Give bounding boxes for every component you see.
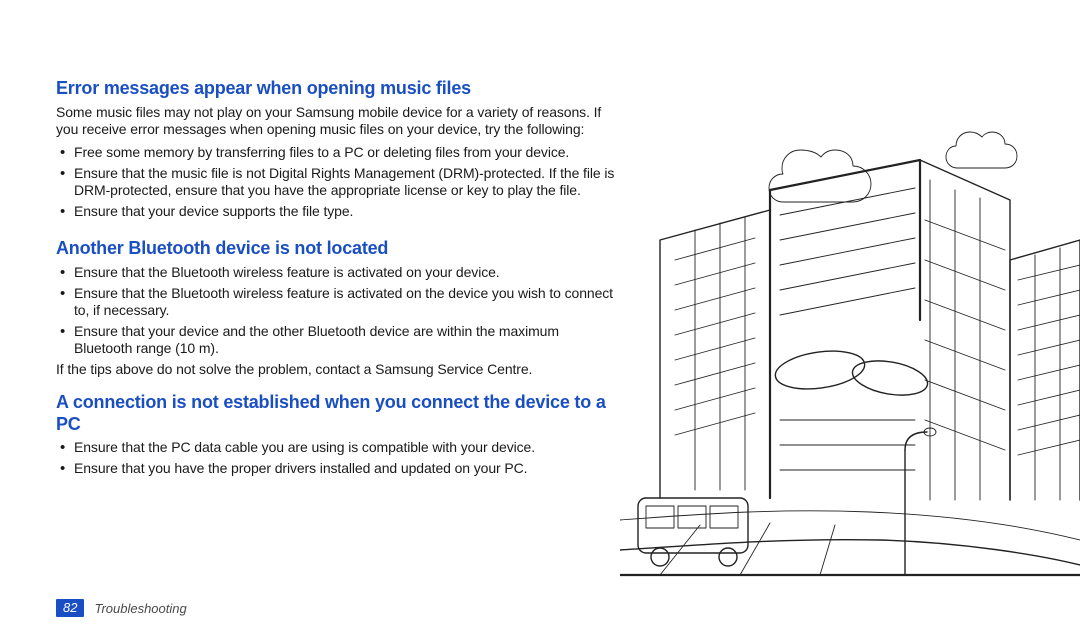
section-heading: Another Bluetooth device is not located (56, 238, 616, 260)
list-item: Ensure that your device supports the fil… (56, 203, 616, 224)
section-intro: Some music files may not play on your Sa… (56, 104, 616, 138)
list-item: Ensure that the Bluetooth wireless featu… (56, 285, 616, 323)
list-item: Ensure that you have the proper drivers … (56, 460, 616, 481)
page-footer: 82 Troubleshooting (56, 599, 187, 617)
list-item: Ensure that the PC data cable you are us… (56, 439, 616, 460)
bullet-list: Ensure that the PC data cable you are us… (56, 439, 616, 481)
list-item: Free some memory by transferring files t… (56, 144, 616, 165)
section-heading: Error messages appear when opening music… (56, 78, 616, 100)
bullet-list: Ensure that the Bluetooth wireless featu… (56, 264, 616, 361)
section-heading: A connection is not established when you… (56, 392, 616, 435)
cityscape-illustration (620, 120, 1080, 590)
section-label: Troubleshooting (94, 601, 186, 616)
document-page: Error messages appear when opening music… (0, 0, 1080, 629)
list-item: Ensure that the Bluetooth wireless featu… (56, 264, 616, 285)
page-number-badge: 82 (56, 599, 84, 617)
content-column: Error messages appear when opening music… (56, 78, 616, 481)
bullet-list: Free some memory by transferring files t… (56, 144, 616, 224)
brand-logo-icon (850, 356, 930, 401)
section-outro: If the tips above do not solve the probl… (56, 361, 616, 378)
list-item: Ensure that the music file is not Digita… (56, 165, 616, 203)
list-item: Ensure that your device and the other Bl… (56, 323, 616, 361)
